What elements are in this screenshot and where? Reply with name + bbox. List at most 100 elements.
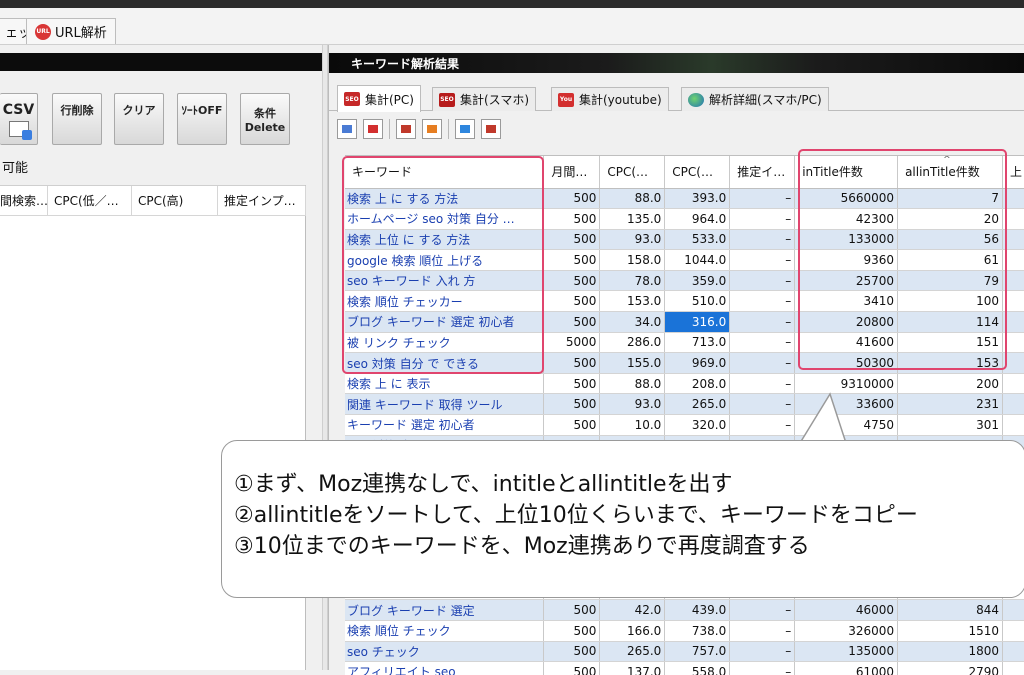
table-cell[interactable]: 500 xyxy=(544,641,600,662)
table-cell[interactable]: – xyxy=(730,188,795,209)
table-cell[interactable]: 301 xyxy=(898,415,1003,436)
table-cell[interactable] xyxy=(1003,620,1024,641)
table-cell[interactable]: – xyxy=(730,662,795,675)
table-cell[interactable]: 153.0 xyxy=(600,291,665,312)
tab-analysis-detail[interactable]: 解析詳細(スマホ/PC) xyxy=(681,87,829,111)
table-cell[interactable]: 393.0 xyxy=(665,188,730,209)
table-cell[interactable]: 713.0 xyxy=(665,332,730,353)
table-cell[interactable]: 558.0 xyxy=(665,662,730,675)
table-cell[interactable]: 93.0 xyxy=(600,229,665,250)
table-cell[interactable]: 844 xyxy=(898,600,1003,621)
table-cell[interactable]: 1800 xyxy=(898,641,1003,662)
table-cell[interactable]: 500 xyxy=(544,250,600,271)
table-cell[interactable]: 500 xyxy=(544,600,600,621)
table-cell[interactable]: 265.0 xyxy=(665,394,730,415)
table-cell[interactable]: 533.0 xyxy=(665,229,730,250)
csv-download-icon[interactable] xyxy=(481,119,501,139)
table-cell[interactable]: – xyxy=(730,353,795,374)
table-cell[interactable]: 500 xyxy=(544,662,600,675)
table-cell[interactable]: 500 xyxy=(544,291,600,312)
table-row[interactable]: 検索 順位 チェック500166.0738.0–3260001510 xyxy=(345,620,1024,641)
table-cell[interactable] xyxy=(1003,641,1024,662)
table-cell[interactable]: 135.0 xyxy=(600,209,665,230)
table-cell[interactable]: 500 xyxy=(544,312,600,333)
table-cell[interactable]: – xyxy=(730,620,795,641)
column-header-estimated[interactable]: 推定イ… xyxy=(730,156,795,188)
table-row[interactable]: 検索 上 に 表示50088.0208.0–9310000200 xyxy=(345,373,1024,394)
table-cell[interactable] xyxy=(1003,373,1024,394)
table-row[interactable]: ブログ キーワード 選定50042.0439.0–46000844 xyxy=(345,600,1024,621)
table-cell[interactable]: 2790 xyxy=(898,662,1003,675)
table-row[interactable]: seo チェック500265.0757.0–1350001800 xyxy=(345,641,1024,662)
table-cell[interactable]: 265.0 xyxy=(600,641,665,662)
left-column-header[interactable]: CPC(高) xyxy=(132,186,218,216)
tab-summary-smartphone[interactable]: SEO 集計(スマホ) xyxy=(432,87,536,111)
table-cell[interactable]: 500 xyxy=(544,415,600,436)
table-cell[interactable]: 500 xyxy=(544,353,600,374)
delete-rows-button[interactable]: 行削除 xyxy=(52,93,102,145)
table-cell[interactable]: 33600 xyxy=(795,394,898,415)
table-cell[interactable] xyxy=(1003,662,1024,675)
table-cell[interactable]: 316.0 xyxy=(665,312,730,333)
table-cell[interactable]: 500 xyxy=(544,620,600,641)
keyword-cell[interactable]: 検索 順位 チェック xyxy=(345,620,544,641)
table-cell[interactable]: 46000 xyxy=(795,600,898,621)
sort-off-button[interactable]: ｿｰﾄOFF xyxy=(177,93,227,145)
table-cell[interactable]: 166.0 xyxy=(600,620,665,641)
table-cell[interactable]: 286.0 xyxy=(600,332,665,353)
sort-icon[interactable] xyxy=(455,119,475,139)
left-column-header[interactable]: CPC(低／… xyxy=(48,186,132,216)
table-cell[interactable]: – xyxy=(730,229,795,250)
table-cell[interactable]: 4750 xyxy=(795,415,898,436)
table-cell[interactable]: 200 xyxy=(898,373,1003,394)
table-cell[interactable]: – xyxy=(730,415,795,436)
table-cell[interactable]: 439.0 xyxy=(665,600,730,621)
table-cell[interactable]: 964.0 xyxy=(665,209,730,230)
table-cell[interactable] xyxy=(1003,394,1024,415)
table-cell[interactable]: – xyxy=(730,291,795,312)
column-header-cpc-high[interactable]: CPC(… xyxy=(665,156,730,188)
condition-delete-button[interactable]: 条件 Delete xyxy=(240,93,290,145)
table-cell[interactable]: 135000 xyxy=(795,641,898,662)
export-table-icon[interactable] xyxy=(396,119,416,139)
table-cell[interactable]: 61000 xyxy=(795,662,898,675)
table-cell[interactable]: – xyxy=(730,641,795,662)
table-cell[interactable] xyxy=(1003,600,1024,621)
table-cell[interactable]: 88.0 xyxy=(600,188,665,209)
keyword-cell[interactable]: 検索 上 に 表示 xyxy=(345,373,544,394)
keyword-cell[interactable]: ブログ キーワード 選定 xyxy=(345,600,544,621)
table-cell[interactable]: 9310000 xyxy=(795,373,898,394)
table-cell[interactable]: 500 xyxy=(544,270,600,291)
table-cell[interactable]: 757.0 xyxy=(665,641,730,662)
table-cell[interactable]: – xyxy=(730,250,795,271)
search-table-icon[interactable] xyxy=(337,119,357,139)
table-cell[interactable]: 34.0 xyxy=(600,312,665,333)
keyword-cell[interactable]: キーワード 選定 初心者 xyxy=(345,415,544,436)
menu-tab-url-analysis[interactable]: URL URL解析 xyxy=(26,18,116,44)
table-row[interactable]: 関連 キーワード 取得 ツール50093.0265.0–33600231 xyxy=(345,394,1024,415)
left-column-header[interactable]: 推定インプ… xyxy=(218,186,306,216)
table-cell[interactable]: 78.0 xyxy=(600,270,665,291)
table-cell[interactable]: 208.0 xyxy=(665,373,730,394)
table-cell[interactable]: 5000 xyxy=(544,332,600,353)
table-row[interactable]: キーワード 選定 初心者50010.0320.0–4750301 xyxy=(345,415,1024,436)
clear-button[interactable]: クリア xyxy=(114,93,164,145)
table-cell[interactable]: – xyxy=(730,312,795,333)
table-cell[interactable]: 1044.0 xyxy=(665,250,730,271)
table-cell[interactable]: 320.0 xyxy=(665,415,730,436)
table-cell[interactable]: 326000 xyxy=(795,620,898,641)
left-column-header[interactable]: 間検索… xyxy=(0,186,48,216)
all-select-icon[interactable] xyxy=(363,119,383,139)
tab-summary-pc[interactable]: SEO 集計(PC) xyxy=(337,85,421,112)
table-cell[interactable] xyxy=(1003,415,1024,436)
table-cell[interactable]: 155.0 xyxy=(600,353,665,374)
keyword-cell[interactable]: 関連 キーワード 取得 ツール xyxy=(345,394,544,415)
table-cell[interactable]: 93.0 xyxy=(600,394,665,415)
table-cell[interactable]: 500 xyxy=(544,394,600,415)
table-cell[interactable]: 738.0 xyxy=(665,620,730,641)
table-cell[interactable]: 10.0 xyxy=(600,415,665,436)
table-cell[interactable]: 510.0 xyxy=(665,291,730,312)
table-cell[interactable]: 500 xyxy=(544,188,600,209)
table-cell[interactable]: 158.0 xyxy=(600,250,665,271)
table-row[interactable]: アフィリエイト seo500137.0558.0–610002790 xyxy=(345,662,1024,675)
